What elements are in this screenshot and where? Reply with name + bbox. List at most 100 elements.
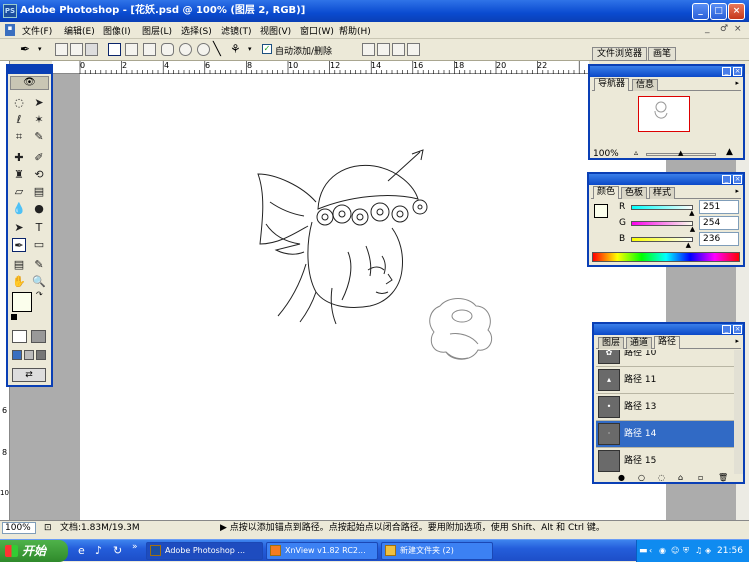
eyedropper-icon[interactable]: ✎ xyxy=(32,258,46,272)
history-brush-icon[interactable]: ⟲ xyxy=(32,168,46,182)
path-row[interactable]: ▴ 路径 11 xyxy=(596,367,740,394)
line-shape-icon[interactable]: ╲ xyxy=(213,42,221,57)
network-icon[interactable]: ◉ xyxy=(659,540,666,562)
blue-channel-slider[interactable]: ▲ xyxy=(631,237,693,249)
menu-layer[interactable]: 图层(L) xyxy=(142,24,172,37)
minimize-button[interactable]: _ xyxy=(692,3,709,20)
swap-colors-icon[interactable]: ↷ xyxy=(36,290,43,299)
subtract-path-icon[interactable] xyxy=(377,43,390,56)
blur-tool-icon[interactable]: 💧 xyxy=(12,202,26,216)
default-colors-icon[interactable] xyxy=(11,314,17,320)
freeform-pen-icon[interactable] xyxy=(125,43,138,56)
make-work-path-icon[interactable]: ⌂ xyxy=(678,474,683,482)
foreground-color-swatch[interactable] xyxy=(12,292,32,312)
new-path-icon[interactable]: ▫ xyxy=(698,474,703,482)
pen-tool-icon[interactable]: ✒ xyxy=(12,238,26,252)
panel-menu-icon[interactable]: ▸ xyxy=(735,79,739,87)
screen-mode-full-menu-icon[interactable] xyxy=(24,350,34,360)
path-row[interactable]: 路径 15 xyxy=(596,448,740,474)
quick-mask-icon[interactable] xyxy=(31,330,46,343)
rectangle-shape-icon[interactable] xyxy=(143,43,156,56)
path-row[interactable]: ✿ 路径 10 xyxy=(596,350,740,367)
messenger-icon[interactable]: ☺ xyxy=(671,540,679,562)
panel-close-button[interactable]: × xyxy=(733,175,742,184)
zoom-in-icon[interactable]: ▲ xyxy=(726,147,733,157)
blue-channel-value[interactable]: 236 xyxy=(699,232,739,246)
panel-minimize-button[interactable]: _ xyxy=(722,67,731,76)
pen-icon[interactable] xyxy=(108,43,121,56)
title-bar[interactable]: PS Adobe Photoshop - [花妖.psd @ 100% (图层 … xyxy=(0,0,749,22)
taskbar-item-folder[interactable]: 新建文件夹 (2) xyxy=(381,542,493,560)
green-channel-value[interactable]: 254 xyxy=(699,216,739,230)
exclude-path-icon[interactable] xyxy=(407,43,420,56)
jump-to-imageready-icon[interactable]: ⇄ xyxy=(12,368,46,382)
adobe-online-icon[interactable]: 👁 xyxy=(10,76,49,90)
eraser-tool-icon[interactable]: ▱ xyxy=(12,185,26,199)
path-row[interactable]: · 路径 14 xyxy=(596,421,740,448)
security-icon[interactable]: ⛨ xyxy=(683,540,689,562)
color-spectrum-bar[interactable] xyxy=(592,252,740,262)
screen-mode-full-icon[interactable] xyxy=(36,350,46,360)
close-button[interactable]: × xyxy=(728,3,745,20)
taskbar-item-photoshop[interactable]: Adobe Photoshop ... xyxy=(146,542,263,560)
clock[interactable]: 21:56 xyxy=(717,540,743,562)
fill-path-icon[interactable]: ● xyxy=(618,474,625,482)
chevron-down-icon[interactable]: ▾ xyxy=(38,45,42,53)
tab-color[interactable]: 颜色 xyxy=(593,186,620,199)
paths-panel-header[interactable]: _ × xyxy=(594,324,743,335)
channel-slider-thumb-icon[interactable]: ▲ xyxy=(690,225,695,233)
polygon-shape-icon[interactable] xyxy=(197,43,210,56)
tab-navigator[interactable]: 导航器 xyxy=(594,78,630,91)
crop-tool-icon[interactable]: ⌗ xyxy=(12,130,26,144)
lasso-tool-icon[interactable]: ℓ xyxy=(12,113,26,127)
red-channel-slider[interactable]: ▲ xyxy=(631,205,694,217)
zoom-out-icon[interactable]: ▵ xyxy=(634,148,638,157)
channel-slider-thumb-icon[interactable]: ▲ xyxy=(686,241,691,249)
panel-close-button[interactable]: × xyxy=(733,325,742,334)
menu-edit[interactable]: 编辑(E) xyxy=(64,24,95,37)
menu-help[interactable]: 帮助(H) xyxy=(339,24,371,37)
tab-styles[interactable]: 样式 xyxy=(649,187,676,199)
chevron-down-icon[interactable]: ▾ xyxy=(248,45,252,53)
tray-expand-icon[interactable]: ‹ xyxy=(649,540,652,562)
navigator-panel-header[interactable]: _ × xyxy=(590,66,743,77)
maximize-button[interactable]: □ xyxy=(710,3,727,20)
paths-mode-icon[interactable] xyxy=(70,43,83,56)
path-selection-icon[interactable]: ➤ xyxy=(12,221,26,235)
tab-channels[interactable]: 通道 xyxy=(626,337,653,349)
doc-restore-button[interactable]: ♂ xyxy=(720,24,728,34)
add-to-path-icon[interactable] xyxy=(362,43,375,56)
ruler-top[interactable]: 0 2 4 6 8 10 12 14 16 18 20 22 xyxy=(52,61,589,74)
screen-mode-standard-icon[interactable] xyxy=(12,350,22,360)
menu-select[interactable]: 选择(S) xyxy=(181,24,212,37)
menu-window[interactable]: 窗口(W) xyxy=(300,24,334,37)
toolbox-grip[interactable] xyxy=(8,66,51,74)
taskbar-item-xnview[interactable]: XnView v1.82 RC2... xyxy=(266,542,378,560)
auto-add-delete-checkbox[interactable]: ✓ xyxy=(262,44,272,54)
red-channel-value[interactable]: 251 xyxy=(699,200,739,214)
tray-app-icon[interactable]: ◈ xyxy=(705,540,711,562)
brush-tool-icon[interactable]: ✐ xyxy=(32,151,46,165)
slice-tool-icon[interactable]: ✎ xyxy=(32,130,46,144)
document-canvas[interactable] xyxy=(80,74,666,520)
menu-file[interactable]: 文件(F) xyxy=(22,24,52,37)
zoom-slider-thumb-icon[interactable]: ▲ xyxy=(678,149,683,157)
tab-layers[interactable]: 图层 xyxy=(598,337,625,349)
intersect-path-icon[interactable] xyxy=(392,43,405,56)
fill-pixels-icon[interactable] xyxy=(85,43,98,56)
dodge-tool-icon[interactable]: ● xyxy=(32,202,46,216)
doc-info-icon[interactable]: ⊡ xyxy=(44,521,52,535)
doc-minimize-button[interactable]: _ xyxy=(705,24,710,34)
rectangle-tool-icon[interactable]: ▭ xyxy=(32,238,46,252)
zoom-field[interactable]: 100% xyxy=(2,522,36,534)
panel-minimize-button[interactable]: _ xyxy=(722,325,731,334)
start-button[interactable]: 开始 xyxy=(0,540,68,562)
custom-shape-icon[interactable]: ⚘ xyxy=(230,42,241,56)
menu-filter[interactable]: 滤镜(T) xyxy=(221,24,252,37)
tab-file-browser[interactable]: 文件浏览器 xyxy=(592,47,648,61)
paths-scrollbar[interactable] xyxy=(734,350,743,474)
panel-minimize-button[interactable]: _ xyxy=(722,175,731,184)
zoom-tool-icon[interactable]: 🔍 xyxy=(32,275,46,289)
shape-layers-icon[interactable] xyxy=(55,43,68,56)
panel-menu-icon[interactable]: ▸ xyxy=(735,337,739,345)
